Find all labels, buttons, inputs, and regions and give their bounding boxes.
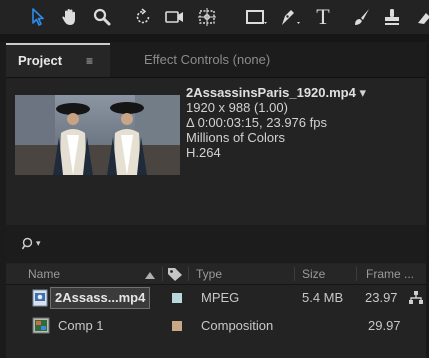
zoom-tool-icon[interactable] (90, 5, 114, 29)
project-search-bar[interactable]: ▾ (6, 225, 429, 263)
composition-icon (32, 317, 50, 337)
sort-up-icon[interactable] (144, 269, 156, 283)
item-name[interactable]: Comp 1 (58, 315, 104, 337)
column-divider (162, 267, 163, 281)
column-frame-rate[interactable]: Frame ... (366, 264, 414, 284)
column-size[interactable]: Size (302, 264, 325, 284)
label-color-swatch[interactable] (172, 293, 182, 303)
pan-behind-tool-icon[interactable] (195, 5, 219, 29)
hand-tool-icon[interactable] (58, 5, 82, 29)
type-tool-icon[interactable]: T (311, 4, 335, 29)
item-type: MPEG (201, 290, 240, 305)
column-divider (294, 267, 295, 281)
type-tool-glyph: T (316, 4, 330, 29)
footage-duration: Δ 0:00:03:15, 23.976 fps (186, 115, 327, 130)
item-frame-rate: 23.97 (365, 290, 398, 305)
column-divider (356, 267, 357, 281)
rotation-tool-icon[interactable] (131, 5, 155, 29)
tab-project-label: Project (18, 53, 63, 68)
footage-file-icon (32, 289, 48, 310)
camera-tool-icon[interactable] (163, 5, 187, 29)
eraser-tool-icon[interactable] (412, 5, 429, 29)
clone-stamp-tool-icon[interactable] (380, 5, 404, 29)
footage-info: 2AssassinsParis_1920.mp4 ▾ 1920 x 988 (1… (186, 85, 366, 160)
tab-effect-controls[interactable]: Effect Controls (none) (144, 43, 270, 77)
footage-codec: H.264 (186, 145, 221, 160)
column-type[interactable]: Type (196, 264, 222, 284)
footage-dropdown-icon[interactable]: ▾ (359, 85, 366, 100)
item-type: Composition (201, 318, 274, 333)
footage-name: 2AssassinsParis_1920.mp4 (186, 85, 356, 100)
pen-tool-icon[interactable] (278, 5, 302, 29)
item-size: 5.4 MB (302, 290, 344, 305)
tab-project[interactable]: Project ≡ (6, 43, 110, 77)
column-divider (188, 267, 189, 281)
rectangle-tool-icon[interactable] (245, 5, 269, 29)
panel-tabs: Project ≡ Effect Controls (none) (6, 43, 429, 78)
selection-tool-icon[interactable] (26, 5, 50, 29)
toolbar-divider (0, 34, 429, 42)
tools-toolbar: T (0, 0, 429, 34)
project-column-header: Name Type Size Frame ... (6, 264, 429, 285)
network-icon (408, 290, 424, 309)
footage-preview-thumbnail (15, 95, 180, 175)
item-frame-rate: 29.97 (368, 318, 401, 333)
project-panel: Project ≡ Effect Controls (none) 2Assass… (6, 43, 429, 358)
label-tag-icon[interactable] (167, 267, 183, 284)
panel-menu-icon[interactable]: ≡ (86, 45, 93, 77)
project-item-row[interactable]: 2Assass...mp4 MPEG 5.4 MB 23.97 (6, 287, 429, 309)
label-color-swatch[interactable] (172, 321, 182, 331)
column-name[interactable]: Name (28, 264, 60, 284)
footage-colors: Millions of Colors (186, 130, 285, 145)
item-name[interactable]: 2Assass...mp4 (50, 287, 151, 309)
search-options-arrow[interactable]: ▾ (36, 238, 41, 249)
project-item-row[interactable]: Comp 1 Composition 29.97 (6, 315, 429, 337)
brush-tool-icon[interactable] (350, 5, 374, 29)
footage-dimensions: 1920 x 988 (1.00) (186, 100, 288, 115)
